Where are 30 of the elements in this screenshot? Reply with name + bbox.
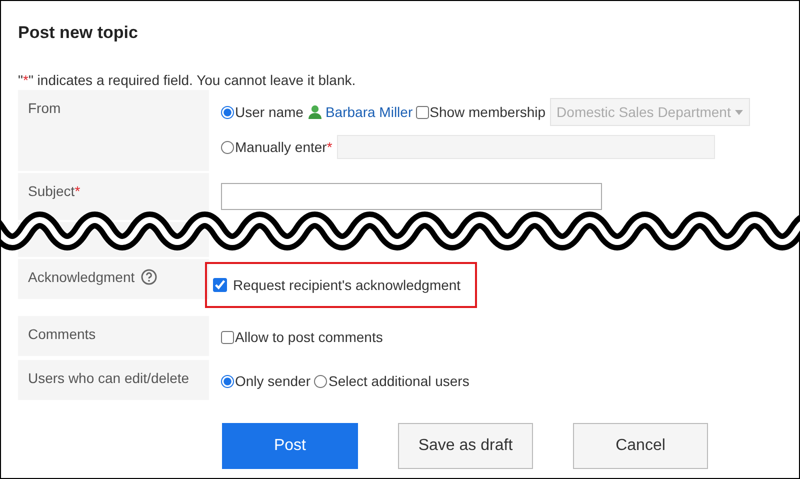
field-label: Comments	[28, 326, 96, 342]
required-field-note: "*" indicates a required field. You cannot leave it blank.	[18, 72, 356, 88]
help-icon[interactable]	[140, 269, 157, 285]
caret-icon	[734, 110, 743, 114]
form-button[interactable]: Save as draft	[398, 423, 533, 469]
user-icon	[307, 104, 324, 120]
subject-input-field[interactable]	[221, 183, 602, 210]
form-button[interactable]: Cancel	[573, 423, 708, 469]
page-title: Post new topic	[18, 22, 138, 44]
radio-button[interactable]	[221, 106, 234, 118]
option-label[interactable]: Only sender	[235, 373, 310, 389]
checkbox[interactable]	[221, 330, 234, 344]
radio-button[interactable]	[221, 374, 234, 388]
option-label[interactable]: User name	[235, 104, 304, 120]
field-label: Acknowledgment	[28, 269, 135, 285]
name-input-field[interactable]	[337, 135, 716, 159]
field-label: Subject*	[28, 183, 80, 199]
field-label: Users who can edit/delete	[28, 370, 190, 386]
option-label[interactable]: Select additional users	[328, 373, 470, 389]
option-label[interactable]: Allow to post comments	[235, 329, 383, 345]
option-label[interactable]: Request recipient's acknowledgment	[233, 277, 461, 293]
checkbox[interactable]	[213, 278, 227, 292]
option-label[interactable]: Show membership	[430, 104, 546, 120]
user-link[interactable]: Barbara Miller	[325, 104, 413, 120]
field-label: From	[28, 100, 61, 116]
radio-button[interactable]	[221, 140, 234, 154]
radio-button[interactable]	[314, 374, 328, 388]
option-label[interactable]: Manually enter*	[235, 139, 332, 155]
checkbox[interactable]	[416, 106, 429, 118]
post-button[interactable]: Post	[222, 423, 358, 469]
